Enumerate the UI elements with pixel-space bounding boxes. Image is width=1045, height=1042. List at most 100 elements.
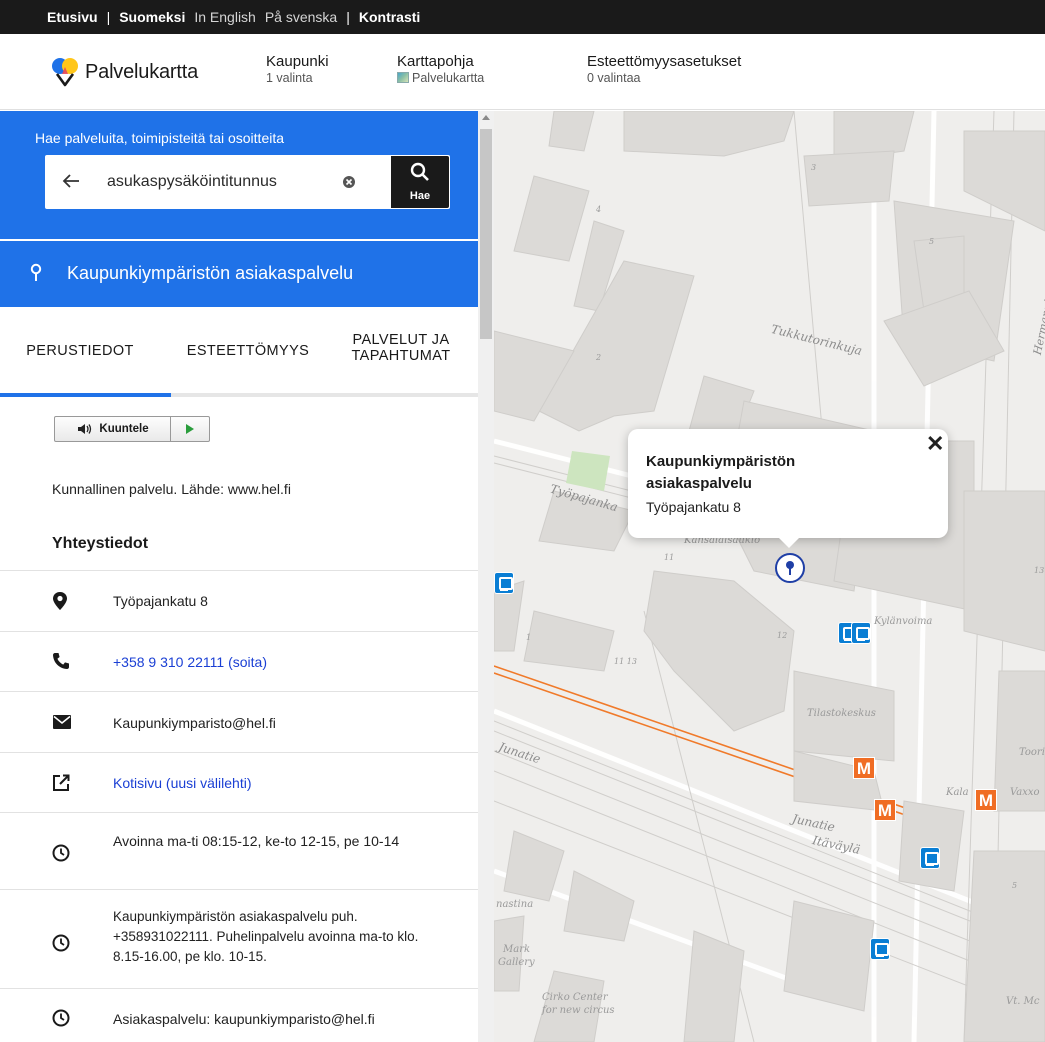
unit-map-marker[interactable] [775, 553, 805, 583]
clear-search-icon[interactable] [341, 174, 357, 190]
divider: | [346, 9, 350, 25]
tab-services-line2: TAPAHTUMAT [351, 348, 451, 364]
scroll-up-arrow-icon[interactable] [482, 115, 490, 120]
basemap-selector[interactable]: Karttapohja Palvelukartta [397, 54, 484, 86]
poi-label-mark-gallery-2: Gallery [498, 957, 535, 968]
home-link[interactable]: Etusivu [47, 9, 98, 25]
contact-phone-service: Kaupunkiympäristön asiakaspalvelu puh. +… [113, 909, 419, 964]
address-number: 11 [664, 553, 675, 562]
map-popup: Kaupunkiympäristön asiakaspalvelu Työpaj… [628, 429, 948, 548]
poi-label-cirko-2: for new circus [542, 1005, 615, 1016]
contrast-link[interactable]: Kontrasti [359, 9, 420, 25]
address-number: 13 [1034, 566, 1045, 575]
location-pin-icon [786, 561, 794, 575]
source-text: Kunnallinen palvelu. Lähde: www.hel.fi [52, 481, 291, 497]
popup-address: Työpajankatu 8 [646, 499, 741, 515]
contact-row-email: Kaupunkiymparisto@hel.fi [0, 691, 478, 752]
lang-finnish-link[interactable]: Suomeksi [119, 9, 185, 25]
accessibility-title: Esteettömyysasetukset [587, 53, 742, 70]
contact-row-phone-service: Kaupunkiympäristön asiakaspalvelu puh. +… [0, 889, 478, 988]
play-icon [186, 424, 194, 434]
poi-label-kala: Kala [946, 787, 969, 798]
basemap-icon [397, 72, 409, 83]
panel-scrollbar[interactable] [478, 111, 494, 1042]
logo-icon [52, 58, 78, 87]
lang-english-link[interactable]: In English [194, 9, 255, 25]
tab-services-events[interactable]: PALVELUT JA TAPAHTUMAT [336, 332, 466, 364]
basemap-title: Karttapohja [397, 53, 474, 70]
tab-bar: PERUSTIEDOT ESTEETTÖMYYS PALVELUT JA TAP… [0, 307, 478, 397]
accessibility-settings[interactable]: Esteettömyysasetukset 0 valintaa [587, 54, 741, 86]
poi-label-tilastokeskus: Tilastokeskus [807, 708, 876, 719]
listen-button[interactable]: Kuuntele [55, 417, 171, 441]
popup-unit-name: Kaupunkiympäristön asiakaspalvelu [646, 453, 796, 492]
unit-title-bar: Kaupunkiympäristön asiakaspalvelu [0, 241, 478, 307]
poi-label-kylanvoima: Kylänvoima [874, 616, 933, 627]
listen-widget: Kuuntele [54, 416, 210, 442]
search-button-label: Hae [409, 190, 431, 202]
listen-label: Kuuntele [99, 423, 149, 435]
poi-label-vt-mc: Vt. Mc [1006, 996, 1040, 1007]
map-view[interactable]: Tukkutorinkuja Työpajanka Hermannin rant… [494, 111, 1045, 1042]
address-number: 2 [596, 353, 602, 362]
map-marker-icon [53, 592, 67, 610]
contact-website-link[interactable]: Kotisivu (uusi välilehti) [113, 773, 433, 793]
play-button[interactable] [171, 417, 209, 441]
contact-row-address: Työpajankatu 8 [0, 570, 478, 631]
lang-swedish-link[interactable]: På svenska [265, 9, 337, 25]
tab-basic-info[interactable]: PERUSTIEDOT [10, 343, 150, 359]
external-link-icon [53, 774, 70, 791]
basemap-value: Palvelukartta [412, 71, 485, 85]
address-number: 12 [777, 631, 788, 640]
scrollbar-thumb[interactable] [480, 129, 492, 339]
popup-close-icon[interactable]: ✕ [926, 431, 944, 457]
contact-row-customer-service: Asiakaspalvelu: kaupunkiymparisto@hel.fi [0, 988, 478, 1042]
address-number: 3 [811, 163, 817, 172]
contact-row-hours: Avoinna ma-ti 08:15-12, ke-to 12-15, pe … [0, 812, 478, 889]
language-bar: Etusivu | Suomeksi In English På svenska… [0, 0, 1045, 34]
poi-label-cirko: Cirko Center [542, 992, 608, 1003]
search-area: Hae palveluita, toimipisteitä tai osoitt… [0, 111, 478, 239]
contact-heading: Yhteystiedot [52, 535, 149, 552]
speaker-icon [78, 424, 92, 434]
metro-station-icon[interactable]: M [853, 757, 875, 779]
logo[interactable]: Palvelukartta [51, 57, 198, 87]
back-arrow-icon[interactable] [60, 170, 82, 192]
side-panel: Hae palveluita, toimipisteitä tai osoitt… [0, 111, 494, 1042]
bus-stop-icon[interactable] [851, 622, 871, 644]
search-box: asukaspysäköintitunnus Hae [45, 155, 450, 209]
unit-title: Kaupunkiympäristön asiakaspalvelu [67, 263, 354, 283]
divider: | [106, 9, 111, 25]
accessibility-count: 0 valintaa [587, 71, 641, 85]
poi-label-toori: Toori [1019, 747, 1045, 758]
location-pin-icon [30, 263, 42, 281]
city-count: 1 valinta [266, 71, 313, 85]
search-input[interactable]: asukaspysäköintitunnus [107, 173, 277, 191]
bus-stop-icon[interactable] [870, 938, 890, 960]
logo-text: Palvelukartta [85, 60, 199, 83]
email-icon [53, 715, 71, 729]
active-tab-indicator [0, 393, 171, 397]
city-title: Kaupunki [266, 53, 329, 70]
contact-email: Kaupunkiymparisto@hel.fi [113, 715, 276, 731]
address-number: 11 13 [614, 657, 637, 666]
contact-phone-link[interactable]: +358 9 310 22111 (soita) [113, 652, 433, 672]
map-base-layer [494, 111, 1045, 1042]
tab-services-line1: PALVELUT JA [352, 332, 450, 348]
contact-row-phone: +358 9 310 22111 (soita) [0, 631, 478, 691]
search-title: Hae palveluita, toimipisteitä tai osoitt… [35, 130, 285, 146]
bus-stop-icon[interactable] [920, 847, 940, 869]
address-number: 5 [929, 237, 935, 246]
bus-stop-icon[interactable] [494, 572, 514, 594]
clock-icon [52, 934, 70, 952]
site-header: Palvelukartta Kaupunki 1 valinta Karttap… [0, 34, 1045, 110]
contact-customer-service: Asiakaspalvelu: kaupunkiymparisto@hel.fi [113, 1011, 375, 1027]
contact-opening-hours: Avoinna ma-ti 08:15-12, ke-to 12-15, pe … [113, 833, 400, 849]
metro-station-icon[interactable]: M [975, 789, 997, 811]
search-button[interactable]: Hae [391, 156, 449, 208]
clock-icon [52, 844, 70, 862]
poi-label-vaxxo: Vaxxo [1010, 787, 1040, 798]
city-selector[interactable]: Kaupunki 1 valinta [266, 54, 329, 86]
tab-accessibility[interactable]: ESTEETTÖMYYS [178, 343, 318, 359]
metro-station-icon[interactable]: M [874, 799, 896, 821]
